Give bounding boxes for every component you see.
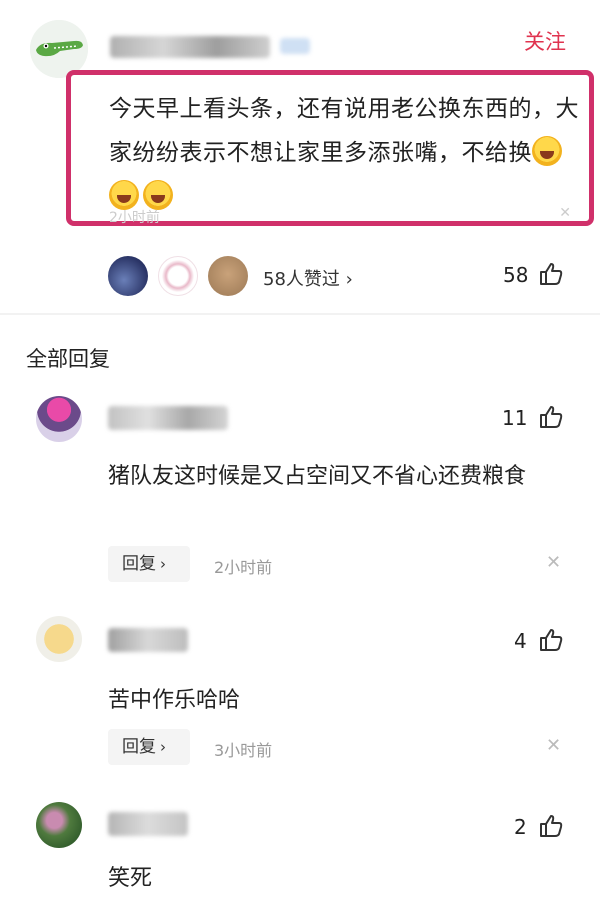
close-icon[interactable]: ✕ — [546, 735, 561, 756]
section-divider — [0, 313, 600, 315]
comment-like-count: 4 — [514, 629, 527, 653]
reply-button[interactable]: 回复 › — [108, 729, 190, 765]
chevron-right-icon: › — [160, 738, 166, 756]
comment-time: 2小时前 — [214, 558, 273, 577]
commenter-avatar[interactable] — [36, 802, 82, 848]
commenter-name-redacted — [108, 406, 228, 430]
comment-text: 猪队友这时候是又占空间又不省心还费粮食 — [108, 464, 527, 489]
commenter-avatar[interactable] — [36, 396, 82, 442]
thumbs-up-icon[interactable] — [538, 404, 564, 430]
laughing-crying-emoji-icon — [109, 180, 139, 210]
commenter-name-redacted — [108, 812, 188, 836]
reply-button-label: 回复 — [122, 737, 156, 757]
close-icon[interactable]: ✕ — [546, 552, 561, 573]
chevron-right-icon: › — [160, 555, 166, 573]
comment-text: 笑死 — [108, 866, 153, 891]
laughing-crying-emoji-icon — [143, 180, 173, 210]
thumbs-up-icon[interactable] — [538, 261, 564, 287]
likers-count-link[interactable]: 58人赞过 › — [263, 265, 353, 291]
likers-row: 58人赞过 › 58 — [0, 250, 600, 302]
reply-button-label: 回复 — [122, 554, 156, 574]
comment-time: 3小时前 — [214, 741, 273, 760]
post-body-highlight: 今天早上看头条，还有说用老公换东西的，大家纷纷表示不想让家里多添张嘴，不给换 2… — [66, 70, 594, 226]
liker-avatar[interactable] — [208, 256, 248, 296]
author-name-redacted — [110, 36, 270, 58]
post-text: 今天早上看头条，还有说用老公换东西的，大家纷纷表示不想让家里多添张嘴，不给换 — [109, 87, 579, 219]
author-badge-redacted — [280, 38, 310, 54]
post-text-content: 今天早上看头条，还有说用老公换东西的，大家纷纷表示不想让家里多添张嘴，不给换 — [109, 96, 579, 166]
follow-button[interactable]: 关注 — [524, 26, 566, 56]
comment-text: 苦中作乐哈哈 — [108, 688, 241, 713]
section-title: 全部回复 — [26, 347, 110, 371]
liker-avatar[interactable] — [108, 256, 148, 296]
comment-like-count: 11 — [502, 406, 528, 430]
reply-button[interactable]: 回复 › — [108, 546, 190, 582]
close-icon[interactable]: ✕ — [559, 205, 571, 221]
thumbs-up-icon[interactable] — [538, 813, 564, 839]
post-time: 2小时前 — [109, 210, 160, 226]
laughing-crying-emoji-icon — [532, 136, 562, 166]
commenter-avatar[interactable] — [36, 616, 82, 662]
thumbs-up-icon[interactable] — [538, 627, 564, 653]
liker-avatar[interactable] — [158, 256, 198, 296]
commenter-name-redacted — [108, 628, 188, 652]
comment-like-count: 2 — [514, 815, 527, 839]
post-like-count: 58 — [503, 263, 529, 287]
